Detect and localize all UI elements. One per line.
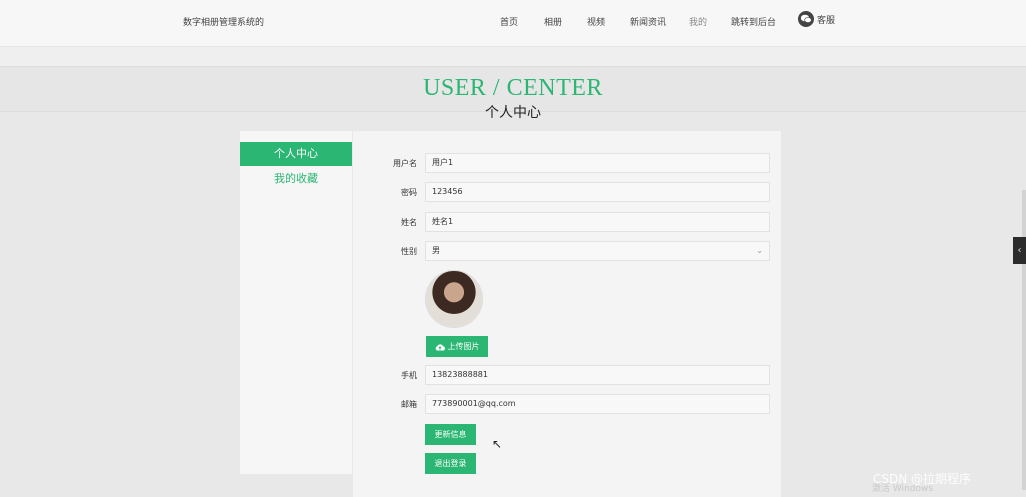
email-row: 邮箱 773890001@qq.com	[353, 394, 781, 416]
name-row: 姓名 姓名1	[353, 212, 781, 234]
customer-service-label: 客服	[817, 15, 836, 26]
nav-item-mine[interactable]: 我的	[689, 15, 731, 28]
name-field[interactable]: 姓名1	[425, 212, 770, 232]
hero-title-cn: 个人中心	[485, 105, 541, 121]
email-label: 邮箱	[401, 400, 417, 409]
password-field[interactable]: 123456	[425, 182, 770, 202]
cloud-upload-icon	[435, 343, 445, 351]
nav-item-news[interactable]: 新闻资讯	[630, 15, 689, 28]
gender-value: 男	[432, 246, 440, 255]
hero-title-en: USER / CENTER	[423, 75, 603, 101]
nav-item-video[interactable]: 视频	[587, 15, 630, 28]
nav-menu: 首页 相册 视频 新闻资讯 我的 跳转到后台	[500, 15, 776, 28]
sidebar-item-profile[interactable]: 个人中心	[240, 142, 352, 166]
sidebar: 个人中心 我的收藏	[240, 131, 352, 474]
upload-image-label: 上传图片	[447, 342, 480, 351]
avatar	[426, 271, 482, 327]
chevron-down-icon: ⌄	[756, 246, 763, 255]
nav-item-backend[interactable]: 跳转到后台	[731, 15, 776, 28]
name-label: 姓名	[401, 218, 417, 227]
gender-label: 性别	[401, 247, 417, 256]
email-field[interactable]: 773890001@qq.com	[425, 394, 770, 414]
logout-button[interactable]: 退出登录	[425, 453, 476, 474]
upload-image-button[interactable]: 上传图片	[426, 336, 488, 357]
username-row: 用户名 用户1	[353, 153, 781, 175]
password-row: 密码 123456	[353, 182, 781, 204]
phone-row: 手机 13823888881	[353, 365, 781, 387]
top-band	[0, 47, 1026, 66]
nav-item-album[interactable]: 相册	[544, 15, 587, 28]
wechat-icon	[798, 11, 814, 27]
csdn-watermark: CSDN @拉期程序	[873, 472, 972, 486]
collapse-panel-tab[interactable]: ‹	[1013, 237, 1026, 264]
mouse-cursor-icon: ↖	[492, 437, 503, 451]
username-field[interactable]: 用户1	[425, 153, 770, 173]
page-scrollbar[interactable]	[1022, 190, 1026, 490]
sidebar-item-favorites[interactable]: 我的收藏	[240, 167, 352, 191]
phone-label: 手机	[401, 371, 417, 380]
site-title: 数字相册管理系统的	[183, 18, 265, 28]
update-info-button[interactable]: 更新信息	[425, 424, 476, 445]
password-label: 密码	[401, 188, 417, 197]
username-label: 用户名	[393, 159, 417, 168]
profile-form: 用户名 用户1 密码 123456 姓名 姓名1 性别 男 ⌄ 上传图片 手机 …	[353, 131, 781, 497]
phone-field[interactable]: 13823888881	[425, 365, 770, 385]
gender-select[interactable]: 男 ⌄	[425, 241, 770, 261]
nav-item-home[interactable]: 首页	[500, 15, 544, 28]
gender-row: 性别 男 ⌄	[353, 241, 781, 263]
customer-service-link[interactable]: 客服	[798, 11, 835, 27]
top-navbar: 数字相册管理系统的 首页 相册 视频 新闻资讯 我的 跳转到后台 客服	[0, 0, 1026, 47]
chevron-left-icon: ‹	[1017, 245, 1022, 256]
